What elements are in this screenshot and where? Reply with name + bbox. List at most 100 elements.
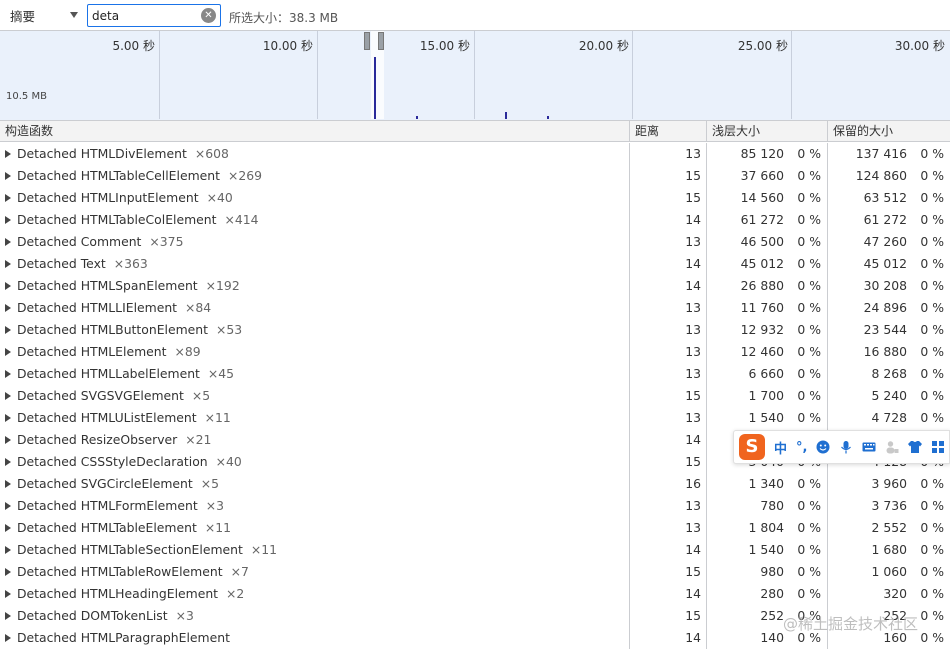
expand-arrow-icon[interactable] [5,612,11,620]
distance-cell: 14 [630,209,707,231]
expand-arrow-icon[interactable] [5,348,11,356]
expand-arrow-icon[interactable] [5,194,11,202]
shallow-size-value: 1 804 [748,520,784,535]
constructor-cell: Detached HTMLButtonElement ×53 [0,319,630,341]
table-row[interactable]: Detached HTMLElement ×89 13 12 460 0 % 16 880… [0,341,950,363]
filter-input[interactable] [92,8,200,23]
distance-cell: 14 [630,253,707,275]
table-row[interactable]: Detached HTMLTableColElement ×414 14 61 272… [0,209,950,231]
table-row[interactable]: Detached HTMLTableSectionElement ×11 14 1 5… [0,539,950,561]
constructor-cell: Detached HTMLElement ×89 [0,341,630,363]
retained-size-percent: 0 % [920,146,944,161]
retained-size-percent: 0 % [920,586,944,601]
column-constructor[interactable]: 构造函数 [0,121,630,142]
skin-icon[interactable] [908,440,923,454]
expand-arrow-icon[interactable] [5,304,11,312]
expand-arrow-icon[interactable] [5,458,11,466]
expand-arrow-icon[interactable] [5,172,11,180]
class-filter[interactable]: ✕ [87,4,221,27]
emoji-icon[interactable] [816,440,830,454]
chevron-down-icon [70,12,78,18]
table-row[interactable]: Detached HTMLTableCellElement ×269 15 37 66… [0,165,950,187]
shallow-size-percent: 0 % [797,366,821,381]
table-row[interactable]: Detached HTMLDivElement ×608 13 85 120 0 % 13… [0,143,950,165]
ime-logo-icon[interactable]: S [739,434,765,460]
shallow-size-percent: 0 % [797,498,821,513]
expand-arrow-icon[interactable] [5,590,11,598]
expand-arrow-icon[interactable] [5,524,11,532]
retained-size-value: 124 860 [855,168,907,183]
constructor-cell: Detached HTMLFormElement ×3 [0,495,630,517]
table-row[interactable]: Detached HTMLLabelElement ×45 13 6 660 0 % 8 … [0,363,950,385]
expand-arrow-icon[interactable] [5,282,11,290]
expand-arrow-icon[interactable] [5,260,11,268]
expand-arrow-icon[interactable] [5,414,11,422]
constructor-name: Detached HTMLDivElement [17,146,187,161]
table-row[interactable]: Detached Comment ×375 13 46 500 0 % 47 260 0 % [0,231,950,253]
timeline-overview[interactable]: 5.00 秒 10.00 秒 15.00 秒 20.00 秒 25.00 秒 3… [0,31,950,121]
shallow-size-cell: 1 804 0 % [707,517,828,539]
expand-arrow-icon[interactable] [5,436,11,444]
view-select-label: 摘要 [10,8,36,24]
table-row[interactable]: Detached HTMLTableRowElement ×7 15 980 0 % 1 … [0,561,950,583]
keyboard-icon[interactable] [862,440,876,454]
shallow-size-percent: 0 % [797,278,821,293]
table-row[interactable]: Detached HTMLLIElement ×84 13 11 760 0 % 24 8… [0,297,950,319]
retained-size-percent: 0 % [920,608,944,623]
grid-menu-icon[interactable] [931,440,945,454]
microphone-icon[interactable] [839,440,853,454]
retained-size-value: 63 512 [863,190,907,205]
constructor-cell: Detached SVGCircleElement ×5 [0,473,630,495]
shallow-size-percent: 0 % [797,564,821,579]
table-row[interactable]: Detached HTMLUListElement ×11 13 1 540 0 % 4 … [0,407,950,429]
shallow-size-percent: 0 % [797,190,821,205]
constructor-cell: Detached HTMLTableSectionElement ×11 [0,539,630,561]
instance-count: ×5 [191,388,211,403]
column-shallow-size[interactable]: 浅层大小 [707,121,828,142]
view-select[interactable]: 摘要 [2,3,84,27]
expand-arrow-icon[interactable] [5,326,11,334]
shallow-size-value: 980 [760,564,784,579]
column-retained-size[interactable]: 保留的大小 [828,121,950,142]
table-row[interactable]: Detached HTMLInputElement ×40 15 14 560 0 % 6… [0,187,950,209]
table-row[interactable]: Detached SVGSVGElement ×5 15 1 700 0 % 5 240 0… [0,385,950,407]
expand-arrow-icon[interactable] [5,546,11,554]
table-row[interactable]: Detached HTMLTableElement ×11 13 1 804 0 % 2 … [0,517,950,539]
constructor-name: Detached HTMLInputElement [17,190,199,205]
table-row[interactable]: Detached HTMLHeadingElement ×2 14 280 0 % 320… [0,583,950,605]
timeline-right-handle[interactable] [378,32,384,50]
retained-size-cell: 16 880 0 % [828,341,950,363]
constructor-cell: Detached HTMLTableElement ×11 [0,517,630,539]
retained-size-percent: 0 % [920,366,944,381]
expand-arrow-icon[interactable] [5,238,11,246]
ime-language-toggle[interactable]: 中 [774,438,787,457]
table-row[interactable]: Detached HTMLSpanElement ×192 14 26 880 0 % 3… [0,275,950,297]
retained-size-percent: 0 % [920,212,944,227]
expand-arrow-icon[interactable] [5,480,11,488]
expand-arrow-icon[interactable] [5,370,11,378]
constructor-cell: Detached HTMLTableCellElement ×269 [0,165,630,187]
constructor-name: Detached ResizeObserver [17,432,178,447]
column-distance[interactable]: 距离 [630,121,707,142]
expand-arrow-icon[interactable] [5,216,11,224]
ime-punctuation-toggle[interactable]: °, [796,440,807,455]
expand-arrow-icon[interactable] [5,568,11,576]
retained-size-cell: 24 896 0 % [828,297,950,319]
clear-icon[interactable]: ✕ [201,8,216,23]
table-row[interactable]: Detached Text ×363 14 45 012 0 % 45 012 0 % [0,253,950,275]
instance-count: ×40 [215,454,242,469]
shallow-size-cell: 46 500 0 % [707,231,828,253]
timeline-left-handle[interactable] [364,32,370,50]
table-row[interactable]: Detached HTMLFormElement ×3 13 780 0 % 3 736 0… [0,495,950,517]
user-icon[interactable] [885,440,899,454]
expand-arrow-icon[interactable] [5,150,11,158]
expand-arrow-icon[interactable] [5,634,11,642]
expand-arrow-icon[interactable] [5,502,11,510]
constructor-name: Detached HTMLParagraphElement [17,630,230,645]
expand-arrow-icon[interactable] [5,392,11,400]
retained-size-cell: 45 012 0 % [828,253,950,275]
constructor-cell: Detached Text ×363 [0,253,630,275]
table-row[interactable]: Detached SVGCircleElement ×5 16 1 340 0 % 3 9… [0,473,950,495]
table-row[interactable]: Detached HTMLButtonElement ×53 13 12 932 0 %… [0,319,950,341]
instance-count: ×192 [205,278,240,293]
